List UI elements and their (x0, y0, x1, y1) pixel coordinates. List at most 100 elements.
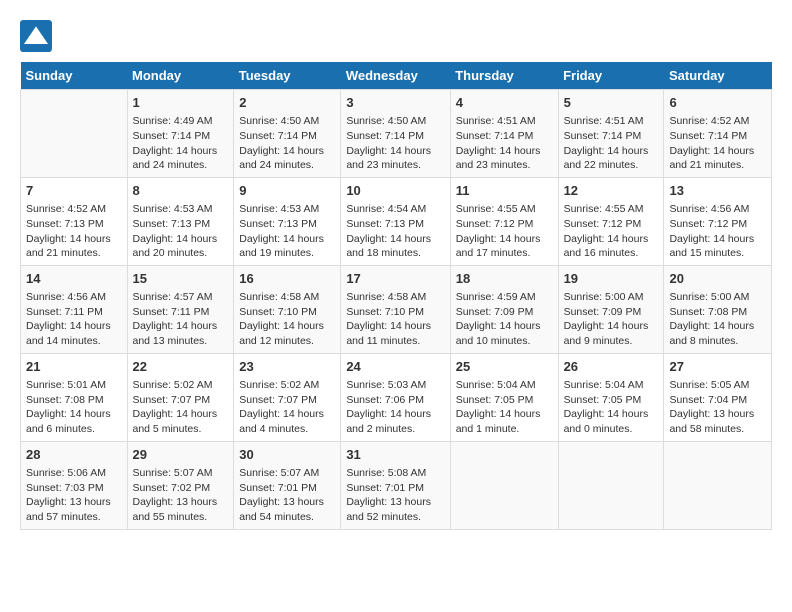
calendar-cell: 17 Sunrise: 4:58 AM Sunset: 7:10 PM Dayli… (341, 265, 450, 353)
day-info: Sunrise: 4:54 AM Sunset: 7:13 PM Dayligh… (346, 202, 444, 261)
day-number: 17 (346, 270, 444, 288)
day-number: 9 (239, 182, 335, 200)
day-number: 22 (133, 358, 229, 376)
calendar-week-row: 1Sunrise: 4:49 AM Sunset: 7:14 PM Daylig… (21, 90, 772, 178)
day-header-friday: Friday (558, 62, 664, 90)
day-number: 6 (669, 94, 766, 112)
day-number: 27 (669, 358, 766, 376)
day-number: 10 (346, 182, 444, 200)
day-header-wednesday: Wednesday (341, 62, 450, 90)
calendar-cell: 16Sunrise: 4:58 AM Sunset: 7:10 PM Dayli… (234, 265, 341, 353)
day-info: Sunrise: 5:05 AM Sunset: 7:04 PM Dayligh… (669, 378, 766, 437)
day-number: 25 (456, 358, 553, 376)
day-info: Sunrise: 4:51 AM Sunset: 7:14 PM Dayligh… (564, 114, 659, 173)
calendar-header-row: SundayMondayTuesdayWednesdayThursdayFrid… (21, 62, 772, 90)
calendar-cell: 30 Sunrise: 5:07 AM Sunset: 7:01 PM Dayli… (234, 441, 341, 529)
day-info: Sunrise: 4:50 AM Sunset: 7:14 PM Dayligh… (239, 114, 335, 173)
calendar-cell: 24Sunrise: 5:03 AM Sunset: 7:06 PM Dayli… (341, 353, 450, 441)
calendar-cell: 31 Sunrise: 5:08 AM Sunset: 7:01 PM Dayli… (341, 441, 450, 529)
calendar-cell: 21 Sunrise: 5:01 AM Sunset: 7:08 PM Dayli… (21, 353, 128, 441)
calendar-cell: 12 Sunrise: 4:55 AM Sunset: 7:12 PM Dayli… (558, 177, 664, 265)
day-info: Sunrise: 5:02 AM Sunset: 7:07 PM Dayligh… (133, 378, 229, 437)
calendar-cell (558, 441, 664, 529)
calendar-cell: 22 Sunrise: 5:02 AM Sunset: 7:07 PM Dayli… (127, 353, 234, 441)
day-info: Sunrise: 4:59 AM Sunset: 7:09 PM Dayligh… (456, 290, 553, 349)
calendar-cell: 5 Sunrise: 4:51 AM Sunset: 7:14 PM Daylig… (558, 90, 664, 178)
day-number: 31 (346, 446, 444, 464)
day-info: Sunrise: 4:53 AM Sunset: 7:13 PM Dayligh… (239, 202, 335, 261)
calendar-cell: 29 Sunrise: 5:07 AM Sunset: 7:02 PM Dayli… (127, 441, 234, 529)
day-number: 19 (564, 270, 659, 288)
calendar-cell: 27 Sunrise: 5:05 AM Sunset: 7:04 PM Dayli… (664, 353, 772, 441)
day-info: Sunrise: 4:55 AM Sunset: 7:12 PM Dayligh… (564, 202, 659, 261)
day-number: 20 (669, 270, 766, 288)
day-info: Sunrise: 4:53 AM Sunset: 7:13 PM Dayligh… (133, 202, 229, 261)
calendar-cell: 7 Sunrise: 4:52 AM Sunset: 7:13 PM Daylig… (21, 177, 128, 265)
day-number: 12 (564, 182, 659, 200)
day-number: 28 (26, 446, 122, 464)
day-info: Sunrise: 4:49 AM Sunset: 7:14 PM Dayligh… (133, 114, 229, 173)
day-info: Sunrise: 4:50 AM Sunset: 7:14 PM Dayligh… (346, 114, 444, 173)
day-info: Sunrise: 4:55 AM Sunset: 7:12 PM Dayligh… (456, 202, 553, 261)
day-info: Sunrise: 5:00 AM Sunset: 7:08 PM Dayligh… (669, 290, 766, 349)
calendar-week-row: 28Sunrise: 5:06 AM Sunset: 7:03 PM Dayli… (21, 441, 772, 529)
logo-icon (20, 20, 52, 52)
day-info: Sunrise: 4:52 AM Sunset: 7:13 PM Dayligh… (26, 202, 122, 261)
day-header-saturday: Saturday (664, 62, 772, 90)
day-number: 15 (133, 270, 229, 288)
day-number: 5 (564, 94, 659, 112)
day-info: Sunrise: 5:08 AM Sunset: 7:01 PM Dayligh… (346, 466, 444, 525)
day-info: Sunrise: 5:03 AM Sunset: 7:06 PM Dayligh… (346, 378, 444, 437)
calendar-cell: 19 Sunrise: 5:00 AM Sunset: 7:09 PM Dayli… (558, 265, 664, 353)
calendar-cell: 3Sunrise: 4:50 AM Sunset: 7:14 PM Daylig… (341, 90, 450, 178)
calendar-cell: 28Sunrise: 5:06 AM Sunset: 7:03 PM Dayli… (21, 441, 128, 529)
day-info: Sunrise: 4:52 AM Sunset: 7:14 PM Dayligh… (669, 114, 766, 173)
calendar-table: SundayMondayTuesdayWednesdayThursdayFrid… (20, 62, 772, 530)
day-header-sunday: Sunday (21, 62, 128, 90)
day-number: 7 (26, 182, 122, 200)
day-header-monday: Monday (127, 62, 234, 90)
calendar-cell: 23Sunrise: 5:02 AM Sunset: 7:07 PM Dayli… (234, 353, 341, 441)
day-number: 30 (239, 446, 335, 464)
logo (20, 20, 56, 52)
calendar-cell: 13Sunrise: 4:56 AM Sunset: 7:12 PM Dayli… (664, 177, 772, 265)
day-info: Sunrise: 5:00 AM Sunset: 7:09 PM Dayligh… (564, 290, 659, 349)
day-number: 11 (456, 182, 553, 200)
day-info: Sunrise: 5:04 AM Sunset: 7:05 PM Dayligh… (456, 378, 553, 437)
calendar-cell (21, 90, 128, 178)
day-number: 26 (564, 358, 659, 376)
day-info: Sunrise: 5:01 AM Sunset: 7:08 PM Dayligh… (26, 378, 122, 437)
day-info: Sunrise: 4:56 AM Sunset: 7:12 PM Dayligh… (669, 202, 766, 261)
calendar-cell: 15 Sunrise: 4:57 AM Sunset: 7:11 PM Dayli… (127, 265, 234, 353)
calendar-cell: 6 Sunrise: 4:52 AM Sunset: 7:14 PM Daylig… (664, 90, 772, 178)
day-info: Sunrise: 4:58 AM Sunset: 7:10 PM Dayligh… (346, 290, 444, 349)
day-info: Sunrise: 4:51 AM Sunset: 7:14 PM Dayligh… (456, 114, 553, 173)
calendar-cell: 20 Sunrise: 5:00 AM Sunset: 7:08 PM Dayli… (664, 265, 772, 353)
calendar-cell (450, 441, 558, 529)
calendar-week-row: 7 Sunrise: 4:52 AM Sunset: 7:13 PM Daylig… (21, 177, 772, 265)
day-number: 14 (26, 270, 122, 288)
day-number: 2 (239, 94, 335, 112)
calendar-cell: 14 Sunrise: 4:56 AM Sunset: 7:11 PM Dayli… (21, 265, 128, 353)
day-info: Sunrise: 4:58 AM Sunset: 7:10 PM Dayligh… (239, 290, 335, 349)
day-number: 21 (26, 358, 122, 376)
calendar-cell: 18Sunrise: 4:59 AM Sunset: 7:09 PM Dayli… (450, 265, 558, 353)
day-info: Sunrise: 5:07 AM Sunset: 7:01 PM Dayligh… (239, 466, 335, 525)
day-info: Sunrise: 4:56 AM Sunset: 7:11 PM Dayligh… (26, 290, 122, 349)
calendar-cell: 2 Sunrise: 4:50 AM Sunset: 7:14 PM Daylig… (234, 90, 341, 178)
day-info: Sunrise: 4:57 AM Sunset: 7:11 PM Dayligh… (133, 290, 229, 349)
calendar-cell: 10 Sunrise: 4:54 AM Sunset: 7:13 PM Dayli… (341, 177, 450, 265)
calendar-cell: 11 Sunrise: 4:55 AM Sunset: 7:12 PM Dayli… (450, 177, 558, 265)
day-number: 4 (456, 94, 553, 112)
day-header-thursday: Thursday (450, 62, 558, 90)
calendar-cell: 25 Sunrise: 5:04 AM Sunset: 7:05 PM Dayli… (450, 353, 558, 441)
calendar-cell: 26Sunrise: 5:04 AM Sunset: 7:05 PM Dayli… (558, 353, 664, 441)
calendar-cell: 1Sunrise: 4:49 AM Sunset: 7:14 PM Daylig… (127, 90, 234, 178)
calendar-week-row: 14 Sunrise: 4:56 AM Sunset: 7:11 PM Dayli… (21, 265, 772, 353)
day-info: Sunrise: 5:02 AM Sunset: 7:07 PM Dayligh… (239, 378, 335, 437)
day-info: Sunrise: 5:07 AM Sunset: 7:02 PM Dayligh… (133, 466, 229, 525)
day-number: 8 (133, 182, 229, 200)
calendar-cell: 9 Sunrise: 4:53 AM Sunset: 7:13 PM Daylig… (234, 177, 341, 265)
calendar-cell: 8 Sunrise: 4:53 AM Sunset: 7:13 PM Daylig… (127, 177, 234, 265)
day-number: 29 (133, 446, 229, 464)
